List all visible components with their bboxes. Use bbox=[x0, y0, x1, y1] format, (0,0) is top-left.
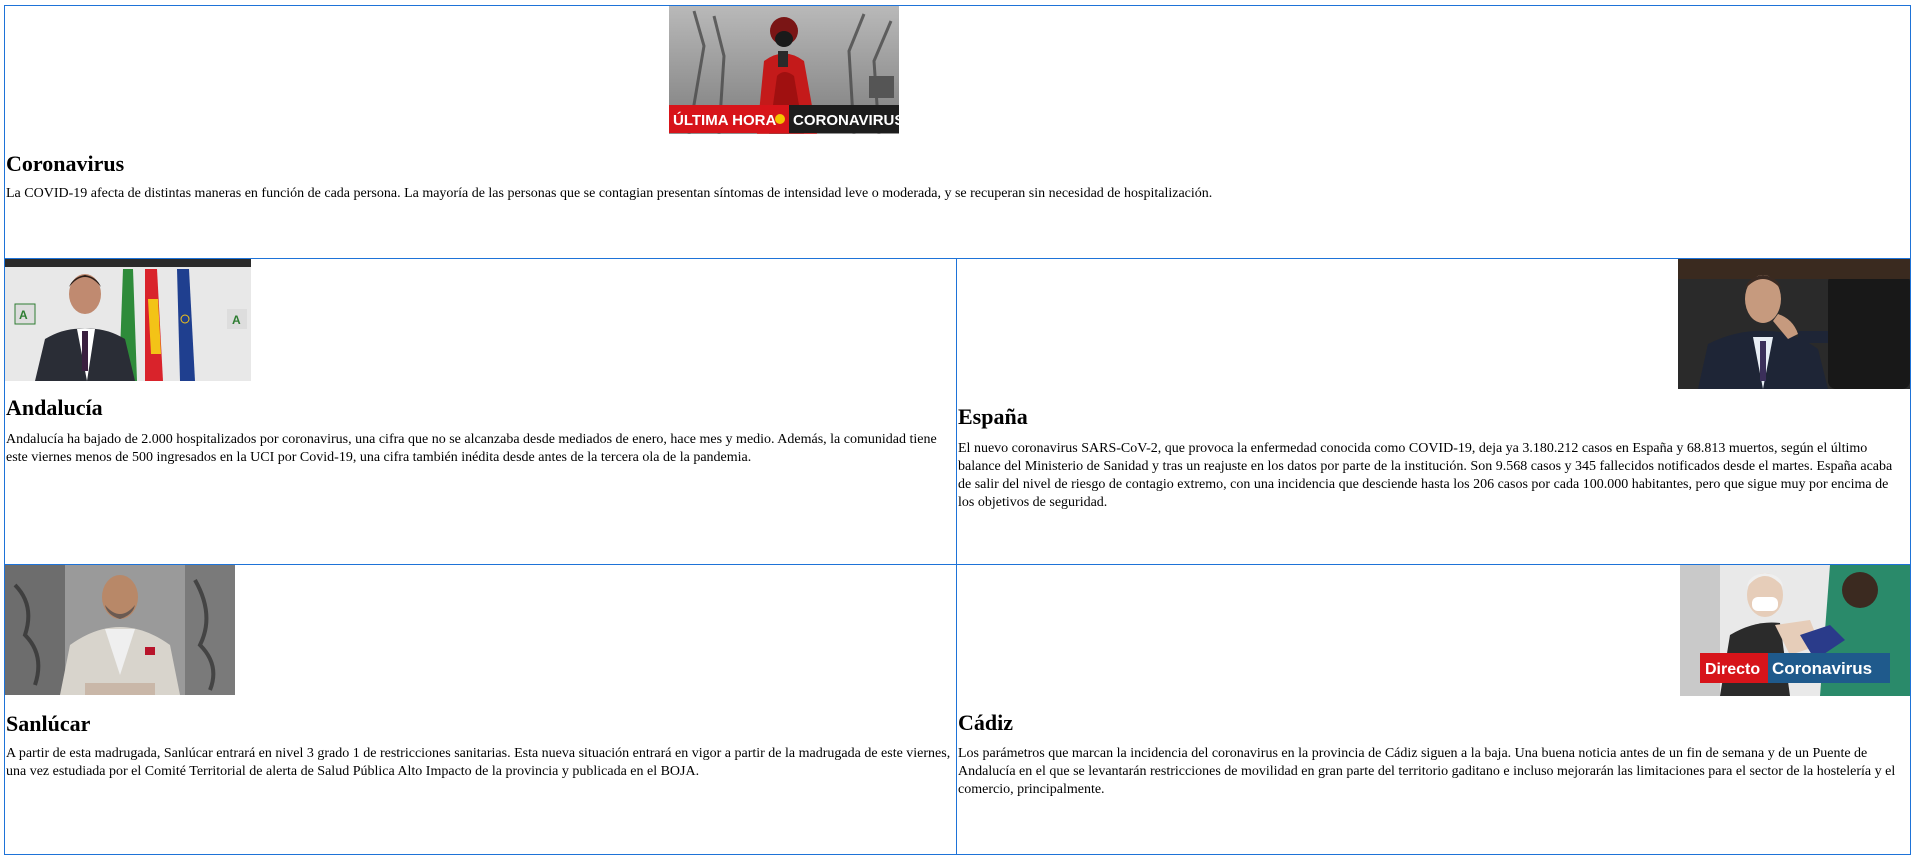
article-andalucia: A A Andalucía Andalucía ha bajado de 2.0… bbox=[5, 259, 957, 565]
directo-label: Directo bbox=[1705, 661, 1760, 678]
breaking-news-photo-icon: ÚLTIMA HORA CORONAVIRUS bbox=[669, 6, 899, 134]
article-title: Andalucía bbox=[6, 395, 103, 420]
ultima-hora-label: ÚLTIMA HORA bbox=[673, 111, 776, 129]
andalucia-image[interactable]: A A bbox=[5, 259, 251, 381]
article-title: Coronavirus bbox=[6, 151, 125, 176]
article-espana: España El nuevo coronavirus SARS-CoV-2, … bbox=[957, 259, 1910, 565]
article-body: La COVID-19 afecta de distintas maneras … bbox=[6, 186, 1213, 201]
espana-image[interactable] bbox=[1678, 259, 1910, 389]
svg-text:A: A bbox=[232, 313, 241, 327]
sanlucar-image[interactable] bbox=[5, 565, 235, 695]
article-body: Andalucía ha bajado de 2.000 hospitaliza… bbox=[6, 432, 937, 465]
svg-text:A: A bbox=[19, 308, 28, 322]
coronavirus-label: Coronavirus bbox=[1772, 659, 1872, 678]
article-title: Cádiz bbox=[958, 710, 1013, 735]
article-body: Los parámetros que marcan la incidencia … bbox=[958, 746, 1896, 797]
press-conference-photo-icon: A A bbox=[5, 259, 251, 381]
article-title: España bbox=[958, 404, 1028, 429]
vaccination-photo-icon: Directo Coronavirus bbox=[1680, 565, 1910, 696]
coronavirus-image[interactable]: ÚLTIMA HORA CORONAVIRUS bbox=[669, 6, 899, 134]
mayor-photo-icon bbox=[5, 565, 235, 695]
article-body: A partir de esta madrugada, Sanlúcar ent… bbox=[6, 746, 951, 779]
news-grid: ÚLTIMA HORA CORONAVIRUS Coronavirus La C… bbox=[4, 5, 1911, 855]
parliament-photo-icon bbox=[1678, 259, 1910, 389]
article-coronavirus: ÚLTIMA HORA CORONAVIRUS Coronavirus La C… bbox=[5, 6, 1910, 259]
article-title: Sanlúcar bbox=[6, 711, 91, 736]
article-body: El nuevo coronavirus SARS-CoV-2, que pro… bbox=[958, 441, 1893, 510]
cadiz-image[interactable]: Directo Coronavirus bbox=[1680, 565, 1910, 696]
article-cadiz: Directo Coronavirus Cádiz Los parámetros… bbox=[957, 565, 1910, 854]
coronavirus-label: CORONAVIRUS bbox=[793, 112, 899, 129]
article-sanlucar: Sanlúcar A partir de esta madrugada, San… bbox=[5, 565, 957, 854]
